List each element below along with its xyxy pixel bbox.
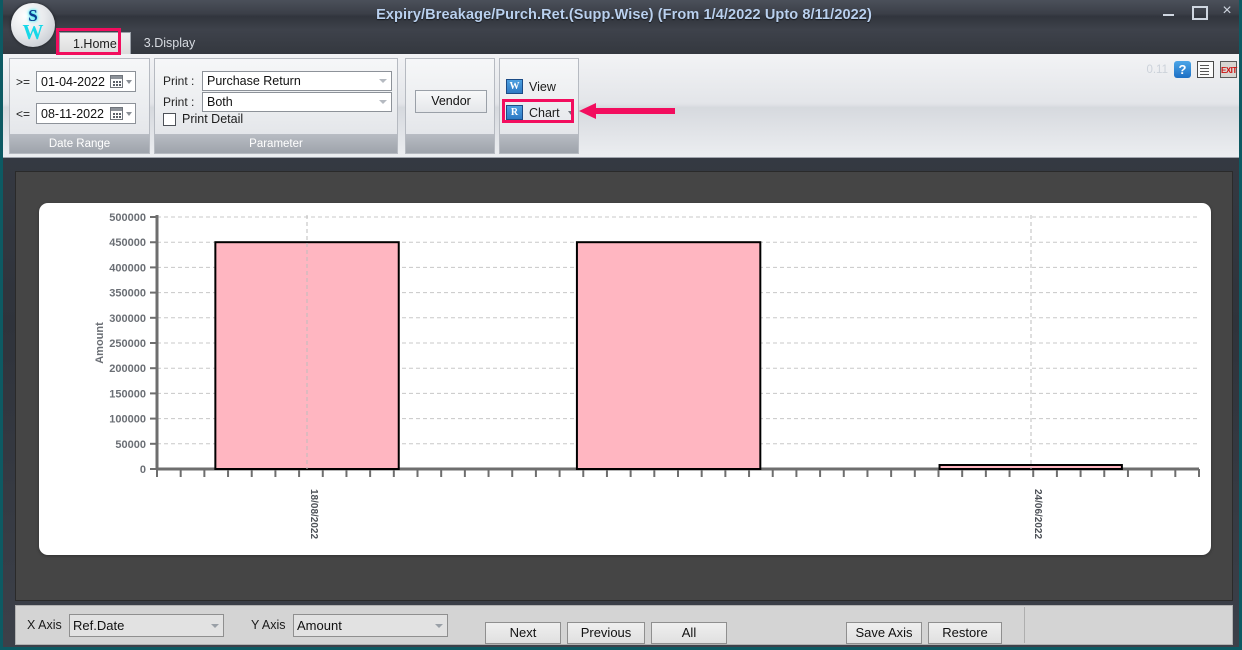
restore-button[interactable]: Restore xyxy=(928,622,1002,644)
print-detail-label: Print Detail xyxy=(182,112,244,126)
tab-home[interactable]: 1.Home xyxy=(59,32,131,54)
svg-text:400000: 400000 xyxy=(109,262,146,274)
x-axis-label: X Axis xyxy=(27,618,62,632)
svg-text:350000: 350000 xyxy=(109,288,146,300)
print-mode-label: Print : xyxy=(163,95,195,109)
chevron-down-icon[interactable] xyxy=(379,79,387,83)
date-from-row: >= 01-04-2022 xyxy=(16,71,136,92)
minimize-icon[interactable] xyxy=(1161,4,1177,18)
x-axis-value: Ref.Date xyxy=(73,618,125,633)
application-window: Expiry/Breakage/Purch.Ret.(Supp.Wise) (F… xyxy=(0,0,1242,650)
svg-text:Amount: Amount xyxy=(94,322,106,364)
ribbon-group-date-range: >= 01-04-2022 <= 08-11-2022 Date Range xyxy=(9,58,150,154)
print-type-label: Print : xyxy=(163,74,195,88)
tab-list: 1.Home 3.Display xyxy=(59,30,208,54)
chevron-down-icon[interactable] xyxy=(435,624,443,628)
calendar-icon[interactable] xyxy=(110,75,123,88)
chevron-down-icon[interactable] xyxy=(126,80,132,84)
logo-letter-w: W xyxy=(22,20,44,44)
svg-text:250000: 250000 xyxy=(109,338,146,350)
svg-text:100000: 100000 xyxy=(109,414,146,426)
view-icon: W xyxy=(506,79,523,94)
group-caption-date-range: Date Range xyxy=(10,134,149,153)
close-icon[interactable]: × xyxy=(1219,3,1235,19)
chart-plot-area: 0 50000 100000 150000 200000 250000 300000 3500… xyxy=(39,203,1211,555)
previous-button[interactable]: Previous xyxy=(567,622,645,644)
version-label: 0.11 xyxy=(1146,63,1168,76)
date-to-operator: <= xyxy=(16,106,31,121)
date-to-row: <= 08-11-2022 xyxy=(16,103,136,124)
chevron-down-icon[interactable] xyxy=(379,100,387,104)
calendar-icon[interactable] xyxy=(110,107,123,120)
pointer-arrow-annotation xyxy=(579,103,675,119)
tab-display[interactable]: 3.Display xyxy=(131,32,208,54)
next-button[interactable]: Next xyxy=(485,622,561,644)
svg-text:500000: 500000 xyxy=(109,212,146,224)
chevron-down-icon[interactable] xyxy=(126,112,132,116)
document-icon[interactable] xyxy=(1197,61,1214,78)
print-type-select[interactable]: Purchase Return xyxy=(202,71,392,91)
bottom-control-bar: X Axis Ref.Date Y Axis Amount Next Previ… xyxy=(15,605,1233,645)
date-to-input[interactable]: 08-11-2022 xyxy=(36,103,136,124)
group-caption-parameter: Parameter xyxy=(155,134,397,153)
all-button[interactable]: All xyxy=(651,622,727,644)
bar-chart: 0 50000 100000 150000 200000 250000 300000 3500… xyxy=(94,212,1200,539)
bottom-bar-divider xyxy=(1024,607,1025,643)
ribbon-group-parameter: Print : Purchase Return Print : Both Pri… xyxy=(154,58,398,154)
chart-button-label: Chart xyxy=(529,105,560,120)
chart-stage: 0 50000 100000 150000 200000 250000 300000 3500… xyxy=(15,171,1233,601)
y-axis-label: Y Axis xyxy=(251,618,286,632)
ribbon-tab-strip: 1.Home 3.Display 0.11 ? EXIT xyxy=(3,30,1239,78)
window-controls: × xyxy=(1161,3,1235,20)
chart-card[interactable]: 0 50000 100000 150000 200000 250000 300000 3500… xyxy=(39,203,1211,555)
ribbon-group-actions: W View R Chart xyxy=(499,58,579,154)
ribbon-group-vendor: Vendor xyxy=(405,58,495,154)
print-detail-checkbox[interactable] xyxy=(163,112,176,126)
title-bar: Expiry/Breakage/Purch.Ret.(Supp.Wise) (F… xyxy=(3,0,1239,30)
version-cluster: 0.11 ? EXIT xyxy=(1146,61,1237,78)
chart-icon: R xyxy=(506,105,523,120)
date-from-operator: >= xyxy=(16,74,31,89)
print-mode-value: Both xyxy=(207,95,233,109)
svg-text:50000: 50000 xyxy=(115,439,146,451)
x-axis-select[interactable]: Ref.Date xyxy=(69,614,224,637)
print-mode-row: Print : Both xyxy=(163,92,392,112)
vendor-button[interactable]: Vendor xyxy=(415,90,487,113)
axis-controls: X Axis Ref.Date Y Axis Amount Next Previ… xyxy=(21,612,1031,644)
chevron-down-icon[interactable] xyxy=(211,624,219,628)
group-caption-vendor xyxy=(406,134,494,153)
date-to-value: 08-11-2022 xyxy=(41,106,105,121)
print-type-row: Print : Purchase Return xyxy=(163,71,392,91)
save-axis-button[interactable]: Save Axis xyxy=(846,622,922,644)
svg-text:300000: 300000 xyxy=(109,313,146,325)
print-mode-select[interactable]: Both xyxy=(202,92,392,112)
svg-text:18/08/2022: 18/08/2022 xyxy=(308,489,319,539)
svg-text:24/06/2022: 24/06/2022 xyxy=(1032,489,1043,539)
svg-text:150000: 150000 xyxy=(109,388,146,400)
help-icon[interactable]: ? xyxy=(1174,61,1191,78)
print-detail-row[interactable]: Print Detail xyxy=(163,112,243,126)
svg-text:0: 0 xyxy=(140,464,146,476)
window-title: Expiry/Breakage/Purch.Ret.(Supp.Wise) (F… xyxy=(376,7,872,23)
date-from-value: 01-04-2022 xyxy=(41,74,105,89)
exit-icon[interactable]: EXIT xyxy=(1220,61,1237,78)
y-axis-value: Amount xyxy=(297,618,342,633)
print-type-value: Purchase Return xyxy=(207,74,301,88)
chart-button[interactable]: R Chart xyxy=(506,105,574,120)
chevron-down-icon[interactable] xyxy=(567,110,574,115)
app-logo: S W xyxy=(11,3,55,47)
y-axis-select[interactable]: Amount xyxy=(293,614,448,637)
view-button-label: View xyxy=(529,79,556,94)
svg-text:450000: 450000 xyxy=(109,237,146,249)
svg-text:200000: 200000 xyxy=(109,363,146,375)
view-button[interactable]: W View xyxy=(506,79,556,94)
group-caption-actions xyxy=(500,134,578,153)
maximize-icon[interactable] xyxy=(1190,4,1208,20)
date-from-input[interactable]: 01-04-2022 xyxy=(36,71,136,92)
